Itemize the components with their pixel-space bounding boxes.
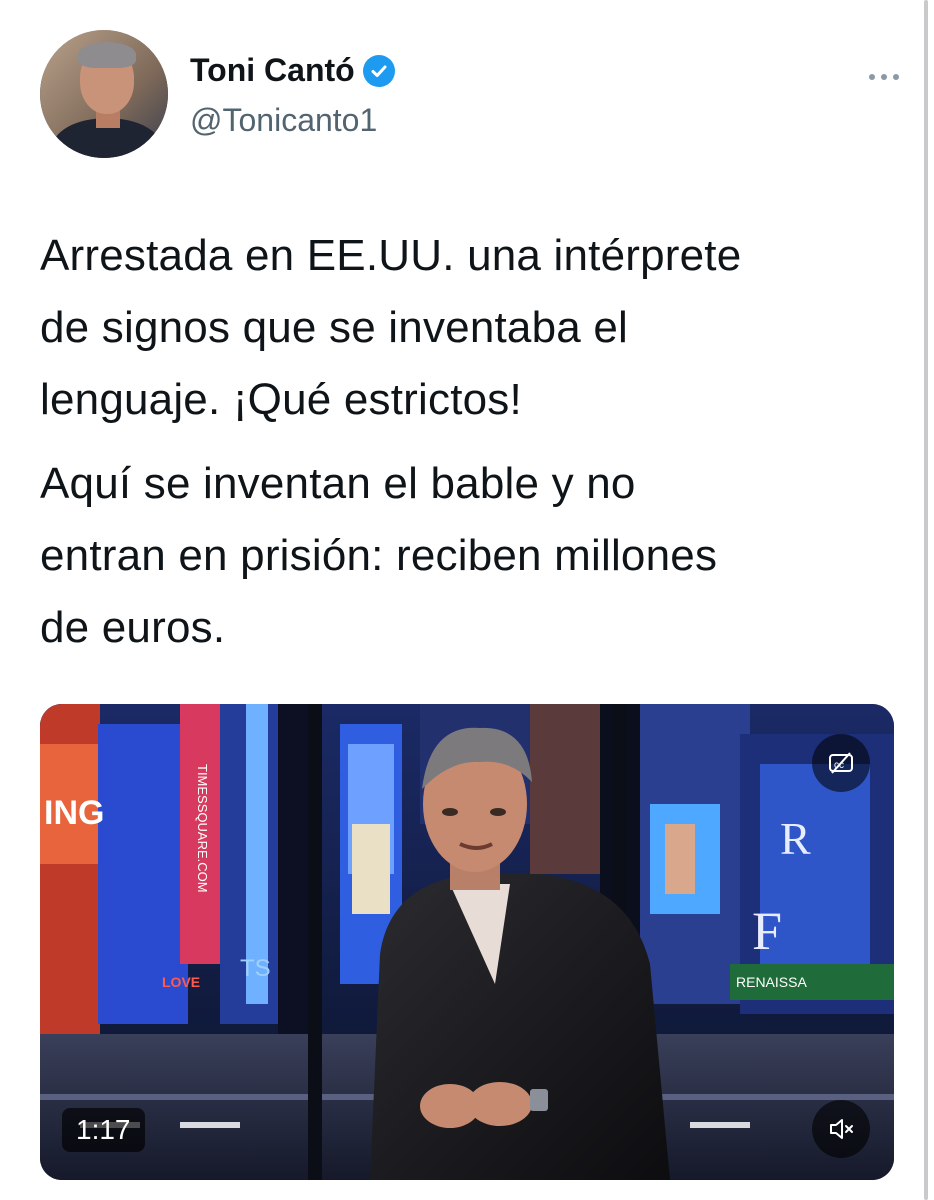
svg-text:TIMESSQUARE.COM: TIMESSQUARE.COM [195,764,210,893]
tweet-paragraph: Aquí se inventan el bable y no entran en… [40,459,718,652]
svg-text:R: R [780,813,811,864]
svg-text:F: F [752,901,782,961]
captions-button[interactable]: cc [812,734,870,792]
author-name-row[interactable]: Toni Cantó [190,52,395,89]
svg-text:ING: ING [44,794,104,832]
closed-captions-off-icon: cc [829,752,853,774]
svg-text:TS: TS [240,955,271,982]
author-name[interactable]: Toni Cantó [190,52,355,89]
svg-text:LOVE: LOVE [162,974,200,990]
tweet-header: Toni Cantó @Tonicanto1 [40,30,900,160]
scrollbar[interactable] [924,0,928,1200]
tweet-paragraph: Arrestada en EE.UU. una intérprete de si… [40,231,742,424]
video-player[interactable]: ING TIMESSQUARE.COM R F RENAISSA TS LOVE… [40,704,894,1180]
video-thumbnail: ING TIMESSQUARE.COM R F RENAISSA TS LOVE [40,704,894,1180]
more-options-icon[interactable] [865,68,903,86]
tweet-text: Arrestada en EE.UU. una intérprete de si… [40,220,900,676]
video-duration: 1:17 [62,1108,145,1152]
author-handle[interactable]: @Tonicanto1 [190,102,377,139]
verified-badge-icon [362,54,395,87]
svg-text:RENAISSA: RENAISSA [736,974,807,990]
mute-button[interactable] [812,1100,870,1158]
avatar[interactable] [40,30,168,158]
volume-muted-icon [830,1119,853,1139]
